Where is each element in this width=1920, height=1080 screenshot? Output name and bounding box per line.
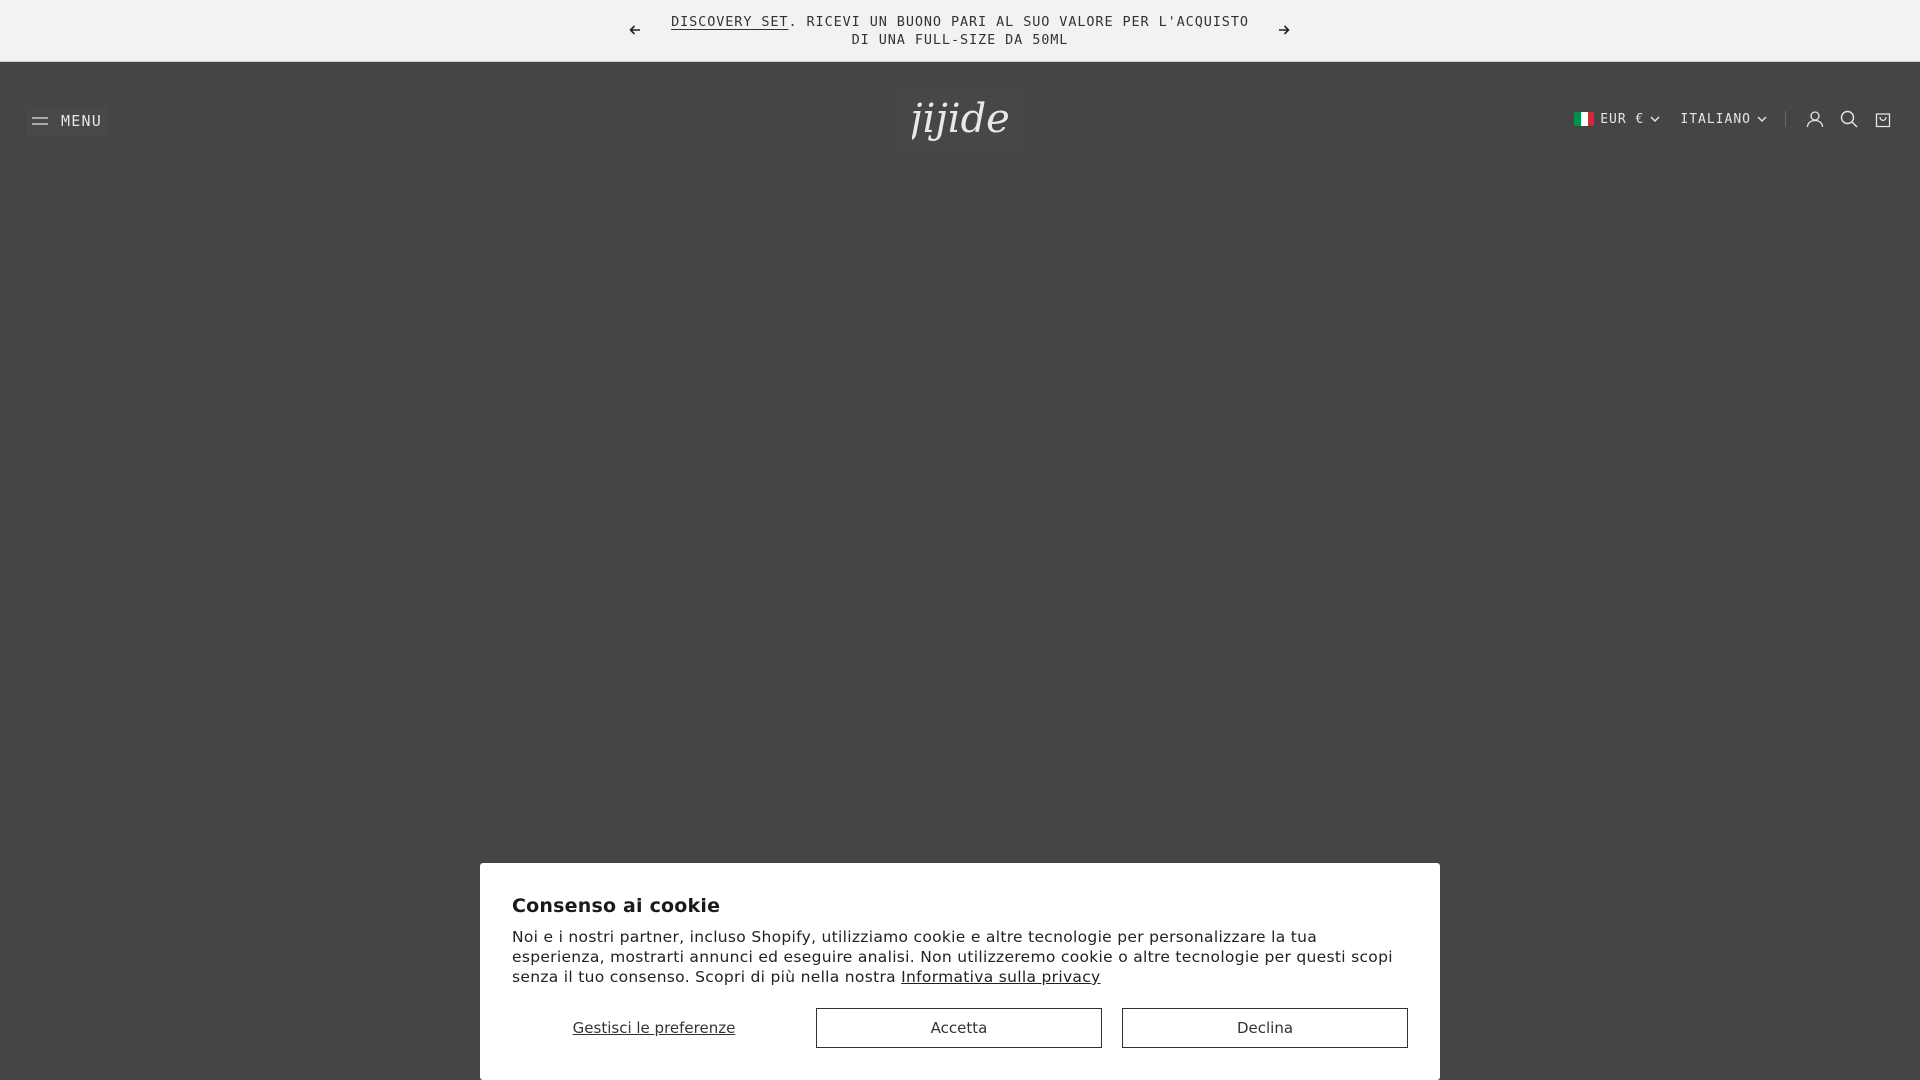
chevron-down-icon xyxy=(1757,116,1767,122)
menu-button[interactable]: MENU xyxy=(26,106,108,136)
account-button[interactable] xyxy=(1804,108,1826,130)
manage-preferences-button[interactable]: Gestisci le preferenze xyxy=(512,1008,796,1048)
accept-button[interactable]: Accetta xyxy=(816,1008,1102,1048)
language-selector[interactable]: ITALIANO xyxy=(1680,112,1767,127)
search-icon xyxy=(1840,110,1858,128)
logo-text: jijide xyxy=(912,96,1008,142)
currency-selector[interactable]: EUR € xyxy=(1574,112,1660,127)
announcement-rest: . RICEVI UN BUONO PARI AL SUO VALORE PER… xyxy=(788,14,1249,48)
cart-button[interactable] xyxy=(1872,108,1894,130)
discovery-set-link[interactable]: DISCOVERY SET xyxy=(671,14,788,30)
chevron-down-icon xyxy=(1650,116,1660,122)
arrow-left-icon xyxy=(629,25,640,35)
arrow-right-icon xyxy=(1279,25,1290,35)
flag-white xyxy=(1580,112,1588,126)
flag-green xyxy=(1574,112,1581,126)
menu-label: MENU xyxy=(61,112,102,130)
next-announcement-button[interactable] xyxy=(1271,17,1297,43)
search-button[interactable] xyxy=(1838,108,1860,130)
user-icon xyxy=(1806,111,1824,128)
cookie-actions: Gestisci le preferenze Accetta Declina xyxy=(512,1008,1408,1048)
previous-announcement-button[interactable] xyxy=(622,17,648,43)
header-tools: EUR € ITALIANO xyxy=(1574,104,1894,134)
announcement-bar: DISCOVERY SET. RICEVI UN BUONO PARI AL S… xyxy=(0,0,1920,62)
language-label: ITALIANO xyxy=(1680,111,1751,127)
brand-logo[interactable]: jijide xyxy=(896,86,1024,152)
italy-flag-icon xyxy=(1574,112,1595,126)
announcement-text: DISCOVERY SET. RICEVI UN BUONO PARI AL S… xyxy=(660,13,1260,49)
currency-label: EUR € xyxy=(1600,111,1645,127)
decline-button[interactable]: Declina xyxy=(1122,1008,1408,1048)
cookie-body: Noi e i nostri partner, incluso Shopify,… xyxy=(512,927,1408,987)
logo-wordmark: jijide xyxy=(912,96,1008,142)
cookie-consent-dialog: Consenso ai cookie Noi e i nostri partne… xyxy=(480,863,1440,1080)
cookie-title: Consenso ai cookie xyxy=(512,895,721,917)
flag-red xyxy=(1587,112,1595,126)
shopping-bag-icon xyxy=(1875,113,1891,128)
hamburger-icon xyxy=(32,117,48,125)
header-divider xyxy=(1785,111,1786,127)
privacy-policy-link[interactable]: Informativa sulla privacy xyxy=(901,968,1100,986)
